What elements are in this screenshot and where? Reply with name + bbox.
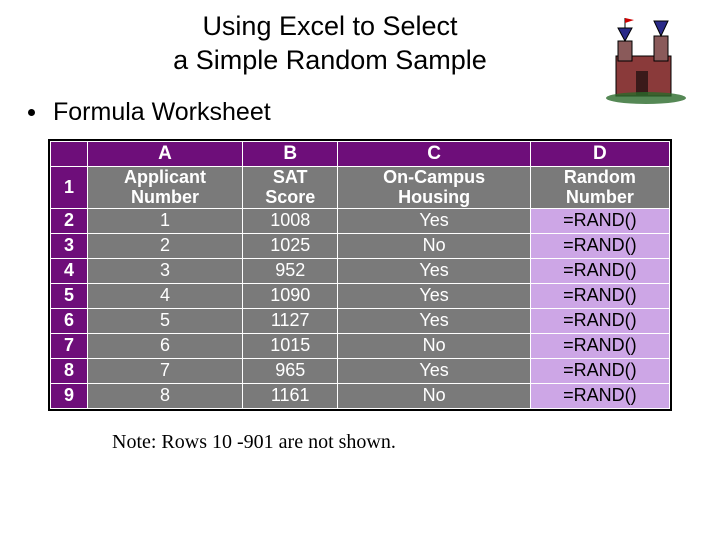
title-line-1: Using Excel to Select — [202, 11, 457, 41]
cell-sat: 965 — [243, 358, 338, 383]
cell-applicant: 6 — [88, 333, 243, 358]
row-header: 2 — [51, 208, 88, 233]
cell-applicant: 4 — [88, 283, 243, 308]
cell-random: =RAND() — [530, 233, 669, 258]
castle-illustration — [606, 16, 696, 106]
worksheet-table: A B C D 1 ApplicantNumber SATScore On-Ca… — [48, 139, 672, 411]
cell-sat: 1008 — [243, 208, 338, 233]
table-row: 6 5 1127 Yes =RAND() — [51, 308, 670, 333]
cell-random: =RAND() — [530, 383, 669, 408]
title-line-2: a Simple Random Sample — [173, 45, 487, 75]
cell-applicant: 2 — [88, 233, 243, 258]
cell-sat: 1015 — [243, 333, 338, 358]
col-header-a: A — [88, 141, 243, 166]
cell-applicant: 7 — [88, 358, 243, 383]
cell-sat: 1090 — [243, 283, 338, 308]
cell-housing: No — [338, 383, 530, 408]
header-random: RandomNumber — [530, 166, 669, 208]
cell-sat: 952 — [243, 258, 338, 283]
cell-housing: Yes — [338, 258, 530, 283]
row-header: 7 — [51, 333, 88, 358]
row-header: 3 — [51, 233, 88, 258]
table-row: 9 8 1161 No =RAND() — [51, 383, 670, 408]
row-header: 8 — [51, 358, 88, 383]
row-header: 1 — [51, 166, 88, 208]
cell-applicant: 3 — [88, 258, 243, 283]
cell-random: =RAND() — [530, 333, 669, 358]
header-applicant: ApplicantNumber — [88, 166, 243, 208]
cell-random: =RAND() — [530, 358, 669, 383]
footnote: Note: Rows 10 -901 are not shown. — [112, 431, 720, 454]
table-row: 8 7 965 Yes =RAND() — [51, 358, 670, 383]
cell-random: =RAND() — [530, 258, 669, 283]
row-header: 6 — [51, 308, 88, 333]
col-header-b: B — [243, 141, 338, 166]
corner-cell — [51, 141, 88, 166]
cell-random: =RAND() — [530, 208, 669, 233]
header-sat: SATScore — [243, 166, 338, 208]
row-header: 9 — [51, 383, 88, 408]
cell-random: =RAND() — [530, 308, 669, 333]
table-row: 5 4 1090 Yes =RAND() — [51, 283, 670, 308]
col-header-c: C — [338, 141, 530, 166]
cell-applicant: 5 — [88, 308, 243, 333]
cell-housing: Yes — [338, 358, 530, 383]
col-header-d: D — [530, 141, 669, 166]
cell-sat: 1127 — [243, 308, 338, 333]
cell-housing: No — [338, 233, 530, 258]
table-row: 4 3 952 Yes =RAND() — [51, 258, 670, 283]
cell-housing: No — [338, 333, 530, 358]
table-row: 3 2 1025 No =RAND() — [51, 233, 670, 258]
header-housing: On-CampusHousing — [338, 166, 530, 208]
cell-housing: Yes — [338, 308, 530, 333]
cell-sat: 1025 — [243, 233, 338, 258]
table-row: 2 1 1008 Yes =RAND() — [51, 208, 670, 233]
row-header: 4 — [51, 258, 88, 283]
bullet-dot-icon — [28, 109, 35, 116]
cell-applicant: 8 — [88, 383, 243, 408]
cell-housing: Yes — [338, 208, 530, 233]
row-header: 5 — [51, 283, 88, 308]
bullet-text: Formula Worksheet — [53, 98, 271, 127]
cell-random: =RAND() — [530, 283, 669, 308]
cell-applicant: 1 — [88, 208, 243, 233]
cell-sat: 1161 — [243, 383, 338, 408]
table-row: 7 6 1015 No =RAND() — [51, 333, 670, 358]
cell-housing: Yes — [338, 283, 530, 308]
